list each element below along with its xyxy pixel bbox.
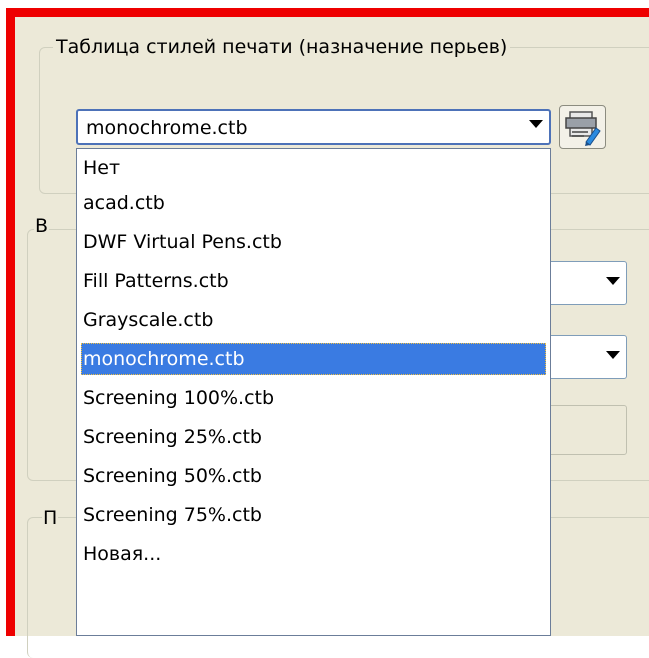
- plot-style-combo[interactable]: monochrome.ctb: [76, 109, 551, 145]
- list-item-selected[interactable]: monochrome.ctb: [81, 343, 546, 375]
- list-item[interactable]: Screening 25%.ctb: [81, 421, 546, 453]
- list-item[interactable]: DWF Virtual Pens.ctb: [81, 226, 546, 258]
- list-item[interactable]: acad.ctb: [81, 187, 546, 219]
- list-item[interactable]: Screening 75%.ctb: [81, 499, 546, 531]
- chevron-down-icon[interactable]: [606, 277, 620, 285]
- list-item[interactable]: Grayscale.ctb: [81, 304, 546, 336]
- annotation-border-left: [6, 8, 15, 636]
- plot-style-dropdown-list[interactable]: Нет acad.ctb DWF Virtual Pens.ctb Fill P…: [76, 148, 551, 636]
- page-setup-panel: Таблица стилей печати (назначение перьев…: [15, 17, 649, 658]
- list-item[interactable]: Screening 100%.ctb: [81, 382, 546, 414]
- screenshot-frame: Таблица стилей печати (назначение перьев…: [0, 0, 649, 658]
- plot-style-combo-value: monochrome.ctb: [86, 117, 248, 139]
- list-item[interactable]: Нет: [81, 152, 546, 184]
- chevron-down-icon[interactable]: [606, 351, 620, 359]
- annotation-border-top: [6, 8, 649, 17]
- plotter-edit-icon: [565, 111, 601, 146]
- chevron-down-icon[interactable]: [529, 120, 543, 128]
- shaded-viewport-group-title: В: [34, 215, 50, 237]
- list-item[interactable]: Новая...: [81, 538, 546, 570]
- edit-plot-style-button[interactable]: [559, 105, 606, 149]
- list-item[interactable]: Fill Patterns.ctb: [81, 265, 546, 297]
- plot-style-group-title: Таблица стилей печати (назначение перьев…: [53, 36, 511, 58]
- list-item[interactable]: Screening 50%.ctb: [81, 460, 546, 492]
- plot-options-group-title: П: [42, 507, 59, 529]
